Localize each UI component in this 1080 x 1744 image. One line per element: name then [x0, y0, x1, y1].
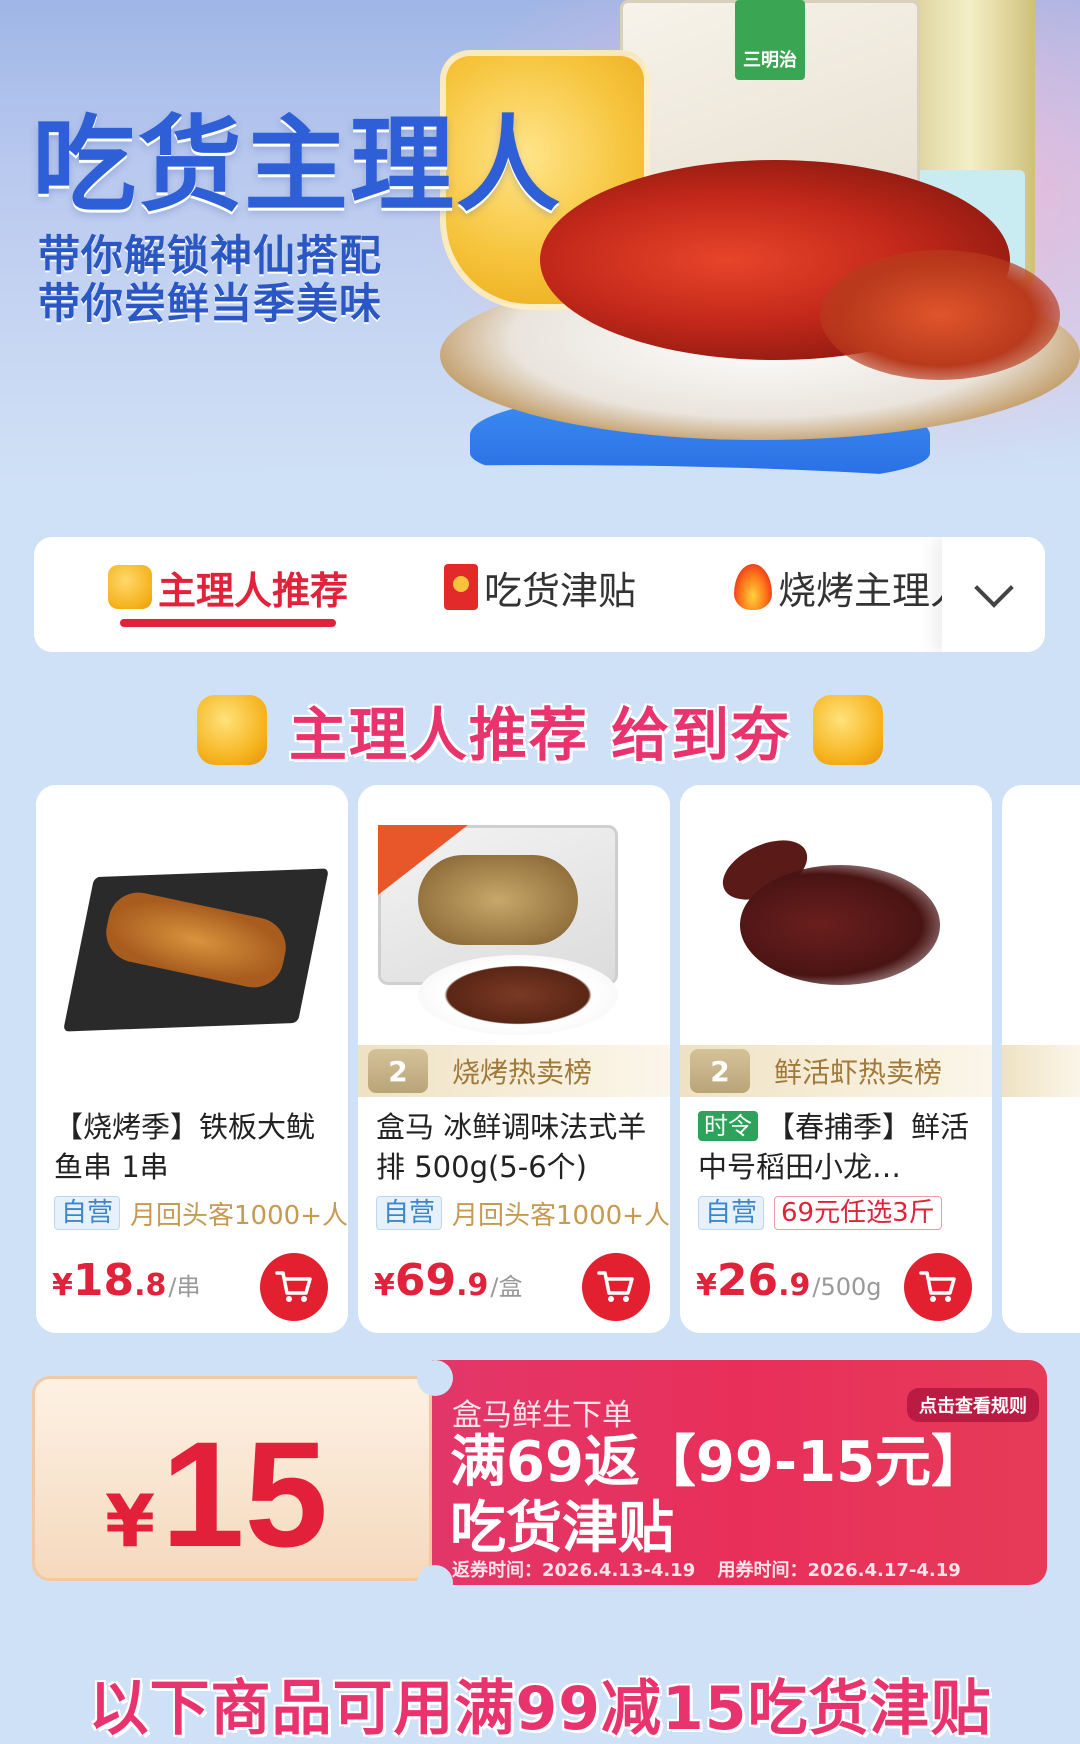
expand-tabs-button[interactable] [942, 537, 1045, 652]
product-title: 【烧烤季】铁板大鱿鱼串 1串 [54, 1110, 316, 1184]
cart-icon [597, 1271, 634, 1302]
rank-medal-icon: 2 [368, 1049, 428, 1093]
chevron-down-icon [973, 567, 1014, 608]
tab-label: 烧烤主理人 [778, 568, 969, 613]
rank-badge [1002, 1045, 1080, 1097]
rank-medal-icon: 2 [690, 1049, 750, 1093]
hero-banner: 三明治 吃货主理人 带你解锁神仙搭配 带你尝鲜当季美味 [0, 0, 1080, 480]
product-carousel: 【烧烤季】铁板大鱿鱼串 1串 自营 月回头客1000+人 ¥ 18 .8 /串 … [0, 785, 1080, 1335]
category-tabs: 主理人推荐 吃货津贴 烧烤主理人 [34, 537, 1045, 652]
fire-icon [734, 564, 772, 610]
self-operated-badge: 自营 [376, 1196, 443, 1230]
add-to-cart-button[interactable] [260, 1253, 328, 1321]
product-price: ¥ 18 .8 /串 [52, 1255, 201, 1306]
repeat-customers-note: 月回头客1000+人 [452, 1200, 670, 1231]
cart-icon [275, 1271, 312, 1302]
seasonal-badge: 时令 [698, 1111, 758, 1141]
section-heading-text: 主理人推荐 给到夯 [288, 701, 792, 769]
active-tab-indicator [120, 619, 336, 627]
product-card[interactable]: 【烧烤季】铁板大鱿鱼串 1串 自营 月回头客1000+人 ¥ 18 .8 /串 [36, 785, 348, 1333]
hero-title: 吃货主理人 [32, 103, 563, 226]
cart-icon [919, 1271, 956, 1302]
product-card-partial[interactable] [1002, 785, 1080, 1333]
coupon-dates: 返券时间：2026.4.13-4.19 用券时间：2026.4.17-4.19 [452, 1556, 977, 1582]
coupon-offer-name: 吃货津贴 [450, 1496, 674, 1561]
add-to-cart-button[interactable] [904, 1253, 972, 1321]
product-title: 盒马 冰鲜调味法式羊排 500g(5-6个) [376, 1110, 647, 1184]
product-image [36, 785, 348, 1045]
coupon-offer: 满69返【99-15元】 [450, 1430, 988, 1495]
promo-badge: 69元任选3斤 [774, 1196, 942, 1230]
product-card[interactable]: 2 鲜活虾热卖榜 时令 【春捕季】鲜活 中号稻田小龙… 自营 69元任选3斤 ¥ … [680, 785, 992, 1333]
coupon-amount: ¥ 15 [105, 1410, 328, 1578]
tab-allowance[interactable]: 吃货津贴 [444, 557, 636, 617]
repeat-customers-note: 月回头客1000+人 [130, 1200, 348, 1231]
red-envelope-icon [444, 564, 478, 610]
product-card[interactable]: 2 烧烤热卖榜 盒马 冰鲜调味法式羊排 500g(5-6个) 自营 月回头客10… [358, 785, 670, 1333]
product-tags: 自营 月回头客1000+人 [376, 1195, 670, 1231]
view-rules-link[interactable]: 点击查看规则 [907, 1388, 1039, 1422]
eligible-products-headline: 以下商品可用满99减15吃货津贴 [88, 1674, 992, 1744]
product-image [358, 785, 670, 1045]
self-operated-badge: 自营 [698, 1196, 765, 1230]
section-heading: 主理人推荐 给到夯 [0, 690, 1080, 770]
product-image [680, 785, 992, 1045]
tab-recommend[interactable]: 主理人推荐 [108, 557, 348, 617]
coupon-stub: ¥ 15 [32, 1376, 432, 1581]
self-operated-badge: 自营 [54, 1196, 121, 1230]
sandwich-tag: 三明治 [735, 0, 805, 80]
coupon-details: 盒马鲜生下单 点击查看规则 满69返【99-15元】 吃货津贴 返券时间：202… [432, 1360, 1047, 1585]
allowance-coupon-banner[interactable]: ¥ 15 盒马鲜生下单 点击查看规则 满69返【99-15元】 吃货津贴 返券时… [32, 1360, 1047, 1601]
thumbs-up-icon [108, 565, 152, 609]
product-tags: 自营 69元任选3斤 [698, 1195, 942, 1231]
thumbs-up-icon [813, 695, 884, 765]
rank-badge[interactable]: 2 鲜活虾热卖榜 [680, 1045, 992, 1097]
grilled-squid-image [820, 250, 1060, 380]
rank-label: 烧烤热卖榜 [452, 1056, 593, 1089]
coupon-subhead: 盒马鲜生下单 [452, 1398, 632, 1433]
hero-subtitle-2: 带你尝鲜当季美味 [38, 279, 383, 328]
add-to-cart-button[interactable] [582, 1253, 650, 1321]
product-price: ¥ 69 .9 /盒 [374, 1255, 523, 1306]
product-price: ¥ 26 .9 /500g [696, 1255, 882, 1306]
return-time: 返券时间：2026.4.13-4.19 [452, 1560, 696, 1581]
tab-label: 吃货津贴 [484, 568, 637, 613]
rank-label: 鲜活虾热卖榜 [774, 1056, 943, 1089]
tab-bbq[interactable]: 烧烤主理人 [734, 557, 968, 617]
product-tags: 自营 月回头客1000+人 [54, 1195, 348, 1231]
tab-label: 主理人推荐 [158, 568, 349, 613]
product-title: 时令 【春捕季】鲜活 中号稻田小龙… [698, 1110, 970, 1184]
rank-badge[interactable]: 2 烧烤热卖榜 [358, 1045, 670, 1097]
thumbs-up-icon [196, 695, 267, 765]
use-time: 用券时间：2026.4.17-4.19 [717, 1560, 961, 1581]
